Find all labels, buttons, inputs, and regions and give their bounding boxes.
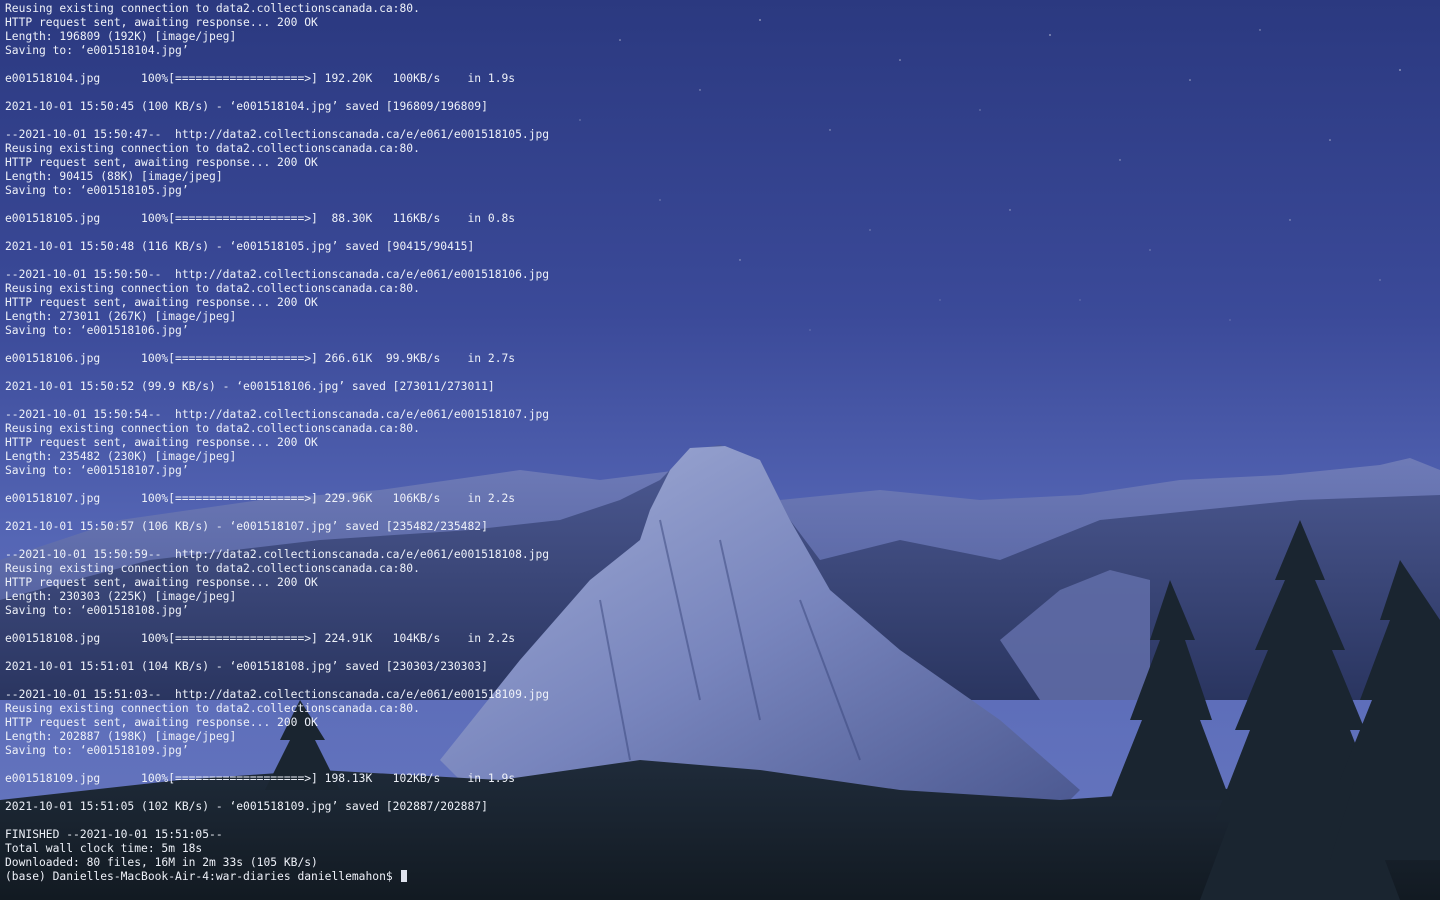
terminal-line: Reusing existing connection to data2.col…	[5, 702, 420, 715]
terminal-line: Length: 235482 (230K) [image/jpeg]	[5, 450, 237, 463]
terminal-line: e001518107.jpg 100%[===================>…	[5, 492, 516, 505]
terminal-line: e001518109.jpg 100%[===================>…	[5, 772, 516, 785]
terminal-line: 2021-10-01 15:50:45 (100 KB/s) - ‘e00151…	[5, 100, 488, 113]
terminal-line: 2021-10-01 15:51:01 (104 KB/s) - ‘e00151…	[5, 660, 488, 673]
terminal-line: Length: 90415 (88K) [image/jpeg]	[5, 170, 223, 183]
terminal-line: HTTP request sent, awaiting response... …	[5, 156, 318, 169]
terminal-line: e001518105.jpg 100%[===================>…	[5, 212, 516, 225]
terminal-line: e001518104.jpg 100%[===================>…	[5, 72, 516, 85]
terminal-line: Length: 230303 (225K) [image/jpeg]	[5, 590, 237, 603]
terminal-line: HTTP request sent, awaiting response... …	[5, 716, 318, 729]
terminal-line: --2021-10-01 15:50:50-- http://data2.col…	[5, 268, 550, 281]
terminal-line: 2021-10-01 15:50:48 (116 KB/s) - ‘e00151…	[5, 240, 475, 253]
terminal-line: HTTP request sent, awaiting response... …	[5, 296, 318, 309]
terminal-line: Length: 273011 (267K) [image/jpeg]	[5, 310, 237, 323]
terminal-line: Saving to: ‘e001518105.jpg’	[5, 184, 189, 197]
terminal-line: 2021-10-01 15:51:05 (102 KB/s) - ‘e00151…	[5, 800, 488, 813]
terminal-line: e001518106.jpg 100%[===================>…	[5, 352, 516, 365]
terminal-line: HTTP request sent, awaiting response... …	[5, 436, 318, 449]
terminal-line: FINISHED --2021-10-01 15:51:05--	[5, 828, 223, 841]
terminal-line: Saving to: ‘e001518109.jpg’	[5, 744, 189, 757]
terminal-line: Reusing existing connection to data2.col…	[5, 142, 420, 155]
terminal-line: 2021-10-01 15:50:52 (99.9 KB/s) - ‘e0015…	[5, 380, 495, 393]
terminal-line: HTTP request sent, awaiting response... …	[5, 576, 318, 589]
terminal-line: Length: 196809 (192K) [image/jpeg]	[5, 30, 237, 43]
terminal-line: Reusing existing connection to data2.col…	[5, 422, 420, 435]
terminal-line: Saving to: ‘e001518107.jpg’	[5, 464, 189, 477]
terminal-line: --2021-10-01 15:50:59-- http://data2.col…	[5, 548, 550, 561]
terminal-line: e001518108.jpg 100%[===================>…	[5, 632, 516, 645]
terminal-line: --2021-10-01 15:50:54-- http://data2.col…	[5, 408, 550, 421]
terminal-line: Saving to: ‘e001518104.jpg’	[5, 44, 189, 57]
terminal-line: Reusing existing connection to data2.col…	[5, 282, 420, 295]
terminal-line: Downloaded: 80 files, 16M in 2m 33s (105…	[5, 856, 318, 869]
terminal-line: Length: 202887 (198K) [image/jpeg]	[5, 730, 237, 743]
terminal-line: Total wall clock time: 5m 18s	[5, 842, 203, 855]
terminal-line: Reusing existing connection to data2.col…	[5, 2, 420, 15]
command-prompt[interactable]: (base) Danielles-MacBook-Air-4:war-diari…	[5, 870, 549, 884]
terminal-line: Saving to: ‘e001518106.jpg’	[5, 324, 189, 337]
prompt-text: (base) Danielles-MacBook-Air-4:war-diari…	[5, 870, 400, 883]
terminal-output: Reusing existing connection to data2.col…	[5, 2, 549, 884]
terminal-line: --2021-10-01 15:51:03-- http://data2.col…	[5, 688, 550, 701]
terminal-line: Reusing existing connection to data2.col…	[5, 562, 420, 575]
terminal-line: --2021-10-01 15:50:47-- http://data2.col…	[5, 128, 550, 141]
terminal-window[interactable]: Reusing existing connection to data2.col…	[0, 0, 1440, 900]
text-cursor	[401, 870, 408, 882]
terminal-line: 2021-10-01 15:50:57 (106 KB/s) - ‘e00151…	[5, 520, 488, 533]
terminal-line: HTTP request sent, awaiting response... …	[5, 16, 318, 29]
terminal-line: Saving to: ‘e001518108.jpg’	[5, 604, 189, 617]
